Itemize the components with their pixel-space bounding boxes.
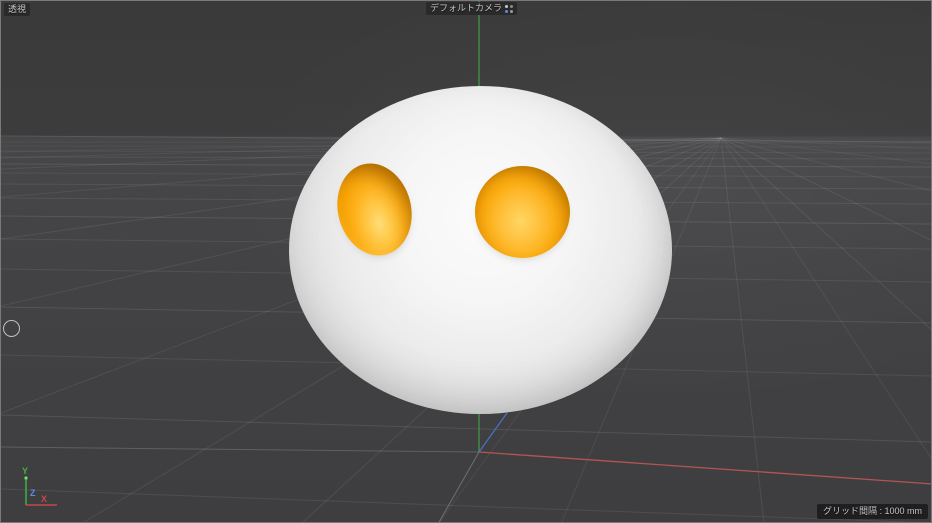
left-eye-sphere-object[interactable] [328, 156, 421, 264]
gizmo-z-label: Z [30, 488, 36, 498]
world-axis-z-line [479, 413, 507, 452]
camera-name-text: デフォルトカメラ [430, 3, 502, 14]
world-axis-z-negative-line [438, 452, 479, 523]
gizmo-x-label: X [41, 494, 47, 504]
grid-spacing-text: グリッド間隔 : 1000 mm [823, 506, 922, 516]
3d-viewport[interactable]: 透視 デフォルトカメラ グリッド間隔 : 1000 mm Y Z X [0, 0, 932, 523]
view-mode-text: 透視 [8, 4, 26, 14]
world-axis-x-line [479, 452, 932, 484]
gizmo-y-axis-tip [24, 476, 27, 479]
view-mode-label[interactable]: 透視 [4, 3, 30, 16]
body-sphere-object[interactable] [289, 86, 672, 414]
right-eye-sphere-object[interactable] [475, 166, 570, 258]
camera-axis-icon [505, 5, 513, 13]
grid-spacing-label: グリッド間隔 : 1000 mm [817, 504, 928, 519]
gizmo-y-label: Y [22, 466, 28, 476]
circle-indicator-icon [3, 320, 20, 337]
axis-orientation-gizmo: Y Z X [1, 463, 81, 521]
world-axis-x-negative-line [1, 447, 479, 452]
camera-label[interactable]: デフォルトカメラ [426, 2, 517, 15]
